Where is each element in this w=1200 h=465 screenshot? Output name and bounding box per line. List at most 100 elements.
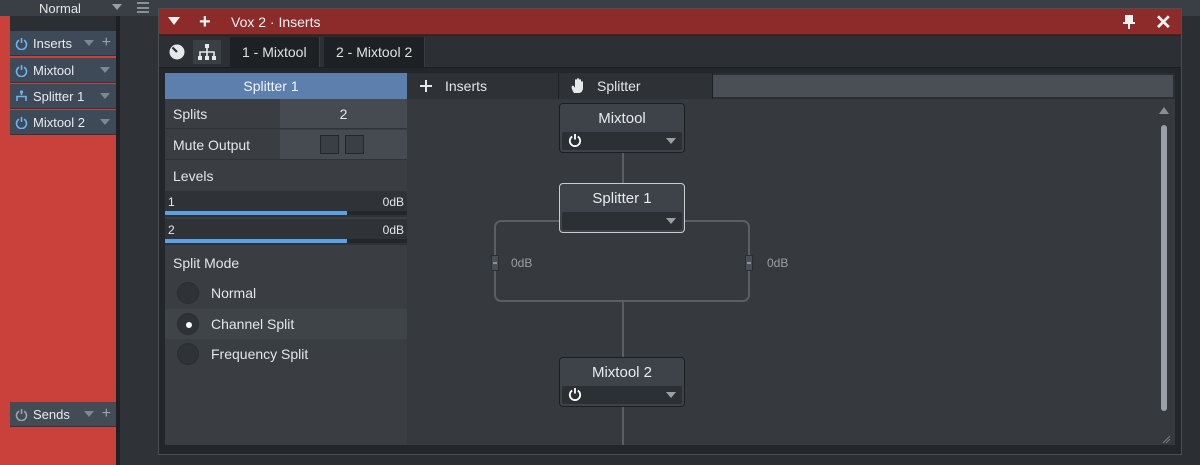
- chevron-down-icon[interactable]: [112, 4, 122, 10]
- routing-canvas: Mixtool Splitter 1 0dB 0dB Mixtool 2: [407, 99, 1175, 445]
- inserts-window: + Vox 2 · Inserts ✕ 1 - Mixtool 2 - Mixt…: [158, 8, 1182, 455]
- radio-button[interactable]: [177, 343, 199, 365]
- sends-label: Sends: [33, 406, 70, 422]
- splits-value[interactable]: 2: [280, 99, 407, 128]
- level-track: [165, 211, 407, 215]
- level-track: [165, 239, 407, 243]
- splits-row: Splits 2: [165, 99, 407, 129]
- level-number: 2: [168, 223, 175, 237]
- insert-slot-mixtool-2[interactable]: Mixtool 2: [10, 110, 116, 135]
- split-mode-label: Split Mode: [173, 255, 240, 271]
- menu-icon[interactable]: [137, 2, 149, 13]
- pin-icon[interactable]: [1122, 14, 1136, 30]
- add-insert-button[interactable]: +: [102, 34, 111, 52]
- node-mixtool[interactable]: Mixtool: [559, 103, 685, 153]
- node-title: Mixtool 2: [591, 363, 653, 381]
- chevron-down-icon[interactable]: [100, 119, 110, 125]
- splitter-icon: [15, 89, 28, 103]
- level-number: 1: [168, 195, 175, 209]
- node-title: Splitter 1: [592, 189, 652, 207]
- node-controls: [562, 132, 682, 150]
- window-title: Vox 2 · Inserts: [231, 14, 321, 30]
- level-fill: [165, 211, 347, 215]
- level-fill: [165, 239, 347, 243]
- node-title: Mixtool: [598, 109, 646, 127]
- radio-button-selected[interactable]: [177, 313, 199, 335]
- mute-output-row: Mute Output: [165, 130, 407, 160]
- splits-value-text: 2: [339, 105, 348, 122]
- chevron-down-icon[interactable]: [100, 93, 110, 99]
- resize-grip-icon[interactable]: [1161, 431, 1171, 444]
- left-gain-fader[interactable]: [491, 255, 499, 271]
- panel-header-label: Splitter 1: [243, 78, 299, 94]
- splits-label: Splits: [173, 105, 208, 122]
- node-splitter[interactable]: Splitter 1: [559, 183, 685, 233]
- channel-strip-edge: [0, 16, 10, 465]
- chevron-down-icon[interactable]: [84, 411, 94, 417]
- routing-lines: [494, 153, 750, 445]
- chevron-down-icon[interactable]: [666, 218, 676, 224]
- window-titlebar[interactable]: + Vox 2 · Inserts ✕: [159, 9, 1181, 35]
- tab-strip-empty: [713, 75, 1173, 97]
- power-icon[interactable]: [15, 64, 28, 77]
- window-tabbar: 1 - Mixtool 2 - Mixtool 2: [159, 36, 1181, 68]
- node-controls: [562, 212, 682, 230]
- tab-label: 1 - Mixtool: [242, 44, 307, 60]
- node-controls: [562, 386, 682, 404]
- tab-label: Splitter: [597, 78, 641, 94]
- mute-output-label: Mute Output: [173, 136, 251, 153]
- mute-output-2-checkbox[interactable]: [345, 135, 364, 154]
- power-icon[interactable]: [15, 116, 28, 129]
- splitter-editor: Splitter 1 Splits 2 Mute Output Levels 1…: [165, 73, 1175, 445]
- insert-slot-mixtool[interactable]: Mixtool: [10, 58, 116, 83]
- scroll-up-icon[interactable]: [1159, 107, 1169, 114]
- plus-icon: [413, 79, 439, 93]
- right-gain-label: 0dB: [767, 256, 789, 270]
- chevron-down-icon[interactable]: [666, 138, 676, 144]
- insert-slot-label: Mixtool 2: [33, 114, 86, 130]
- inserts-label: Inserts: [33, 35, 73, 51]
- right-gain-fader[interactable]: [745, 255, 753, 271]
- split-mode-normal[interactable]: Normal: [165, 278, 407, 308]
- radio-button[interactable]: [177, 282, 199, 304]
- tab-mixtool[interactable]: 1 - Mixtool: [230, 37, 320, 67]
- level-2-slider[interactable]: 2 0dB: [165, 219, 407, 245]
- insert-slot-label: Mixtool: [33, 62, 75, 78]
- chevron-down-icon[interactable]: [100, 67, 110, 73]
- collapse-icon[interactable]: [168, 17, 180, 25]
- radio-label: Channel Split: [211, 316, 295, 332]
- mute-output-1-checkbox[interactable]: [320, 135, 339, 154]
- add-send-button[interactable]: +: [102, 405, 111, 423]
- hand-icon: [565, 77, 591, 95]
- close-icon[interactable]: ✕: [1155, 10, 1172, 35]
- level-db: 0dB: [382, 195, 404, 209]
- power-icon[interactable]: [15, 408, 28, 421]
- sends-header[interactable]: Sends +: [10, 402, 116, 427]
- power-icon[interactable]: [568, 133, 582, 147]
- insert-slot-splitter[interactable]: Splitter 1: [10, 84, 116, 109]
- inserts-header[interactable]: Inserts +: [10, 31, 116, 56]
- parameter-panel: Splitter 1 Splits 2 Mute Output Levels 1…: [165, 73, 407, 445]
- power-icon[interactable]: [568, 387, 582, 401]
- vertical-scrollbar[interactable]: [1161, 125, 1167, 411]
- tab-mixtool-2[interactable]: 2 - Mixtool 2: [324, 37, 426, 67]
- tab-inserts[interactable]: Inserts: [407, 73, 559, 99]
- chevron-down-icon[interactable]: [84, 40, 94, 46]
- chevron-down-icon[interactable]: [666, 392, 676, 398]
- split-mode-heading: Split Mode: [165, 248, 407, 278]
- split-mode-frequency-split[interactable]: Frequency Split: [165, 339, 407, 369]
- routing-view-icon[interactable]: [193, 40, 221, 64]
- add-plugin-button[interactable]: +: [199, 11, 211, 34]
- levels-label: Levels: [173, 168, 214, 184]
- mode-label: Normal: [39, 0, 81, 16]
- power-icon[interactable]: [15, 37, 28, 50]
- level-1-slider[interactable]: 1 0dB: [165, 191, 407, 217]
- split-mode-channel-split[interactable]: Channel Split: [165, 309, 407, 339]
- levels-heading: Levels: [165, 161, 407, 191]
- node-mixtool-2[interactable]: Mixtool 2: [559, 357, 685, 407]
- radio-dot: [186, 322, 192, 328]
- mute-output-toggles: [280, 130, 407, 159]
- mode-selector[interactable]: Normal: [0, 0, 120, 16]
- tab-splitter[interactable]: Splitter: [559, 73, 713, 99]
- plugin-view-icon[interactable]: [163, 40, 191, 64]
